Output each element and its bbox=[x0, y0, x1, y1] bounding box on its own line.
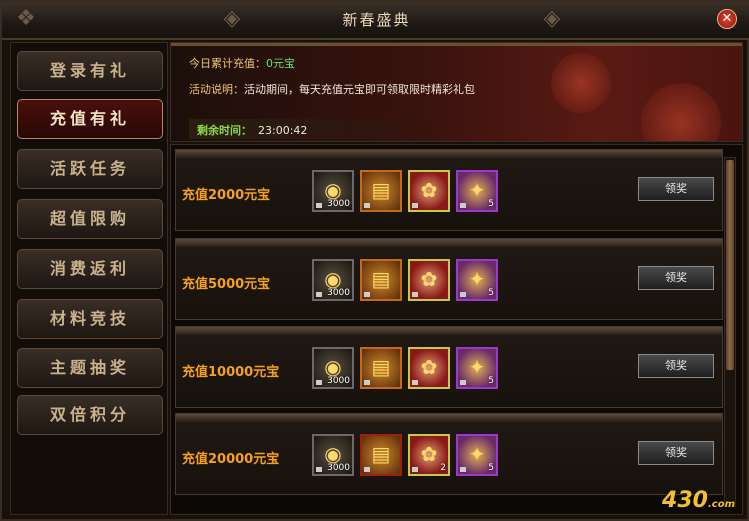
scroll-icon: ▤ bbox=[371, 178, 391, 202]
bind-icon bbox=[364, 467, 370, 472]
row-header-bar bbox=[176, 150, 722, 158]
bind-icon bbox=[460, 380, 466, 385]
tab-active-tasks[interactable]: 活跃任务 bbox=[17, 149, 163, 189]
tab-material-contest[interactable]: 材料竞技 bbox=[17, 299, 163, 339]
scrollbar[interactable] bbox=[724, 157, 736, 507]
reward-slot[interactable]: ◉ 3000 bbox=[312, 347, 354, 389]
reward-slot[interactable]: ◉ 3000 bbox=[312, 259, 354, 301]
bind-icon bbox=[316, 203, 322, 208]
event-banner: 今日累计充值：0元宝 活动说明：活动期间，每天充值元宝即可领取限时精彩礼包 剩余… bbox=[170, 42, 743, 142]
item-count: 5 bbox=[488, 376, 494, 386]
reward-row: 充值20000元宝 ◉ 3000 ▤ ✿ 2 ✦ 5 领奖 bbox=[175, 413, 723, 495]
red-pouch-icon: ✿ bbox=[420, 355, 438, 379]
tab-double-points[interactable]: 双倍积分 bbox=[17, 395, 163, 435]
bind-icon bbox=[364, 380, 370, 385]
item-count: 3000 bbox=[327, 199, 350, 209]
ornament-right-icon: ◈ bbox=[543, 6, 561, 31]
scrollbar-thumb[interactable] bbox=[726, 160, 734, 370]
reward-row: 充值10000元宝 ◉ 3000 ▤ ✿ ✦ 5 领奖 bbox=[175, 326, 723, 408]
item-count: 5 bbox=[488, 199, 494, 209]
reward-slot[interactable]: ✿ bbox=[408, 170, 450, 212]
banner-rail bbox=[171, 43, 742, 46]
remaining-time-value: 23:00:42 bbox=[258, 124, 308, 137]
reward-slot[interactable]: ▤ bbox=[360, 347, 402, 389]
reward-slot[interactable]: ✦ 5 bbox=[456, 170, 498, 212]
tab-theme-lottery[interactable]: 主题抽奖 bbox=[17, 348, 163, 388]
row-header-bar bbox=[176, 327, 722, 335]
claim-button[interactable]: 领奖 bbox=[638, 266, 714, 290]
bind-icon bbox=[316, 380, 322, 385]
reward-slot[interactable]: ✦ 5 bbox=[456, 347, 498, 389]
bind-icon bbox=[364, 292, 370, 297]
total-recharge-value: 0元宝 bbox=[266, 57, 295, 70]
lantern-decoration bbox=[641, 83, 721, 141]
reward-slot[interactable]: ✦ 5 bbox=[456, 259, 498, 301]
lantern-decoration bbox=[551, 53, 611, 113]
reward-slot[interactable]: ✦ 5 bbox=[456, 434, 498, 476]
bind-icon bbox=[412, 467, 418, 472]
reward-slot[interactable]: ✿ 2 bbox=[408, 434, 450, 476]
scroll-icon: ▤ bbox=[371, 267, 391, 291]
bind-icon bbox=[460, 203, 466, 208]
reward-list: 充值2000元宝 ◉ 3000 ▤ ✿ ✦ 5 领奖 充值5000元宝 ◉ 3000 … bbox=[170, 144, 743, 515]
red-pouch-icon: ✿ bbox=[420, 178, 438, 202]
bind-icon bbox=[316, 292, 322, 297]
row-header-bar bbox=[176, 239, 722, 247]
reward-slot[interactable]: ▤ bbox=[360, 434, 402, 476]
claim-button[interactable]: 领奖 bbox=[638, 354, 714, 378]
bind-icon bbox=[364, 203, 370, 208]
bind-icon bbox=[460, 467, 466, 472]
close-icon: ✕ bbox=[721, 11, 733, 26]
claim-button[interactable]: 领奖 bbox=[638, 441, 714, 465]
tab-login-gift[interactable]: 登录有礼 bbox=[17, 51, 163, 91]
tab-recharge-gift[interactable]: 充值有礼 bbox=[17, 99, 163, 139]
reward-tier-label: 充值10000元宝 bbox=[182, 365, 280, 380]
reward-slot[interactable]: ▤ bbox=[360, 170, 402, 212]
sidebar: 登录有礼 充值有礼 活跃任务 超值限购 消费返利 材料竞技 主题抽奖 双倍积分 bbox=[10, 42, 168, 515]
event-window: ❖ ◈ 新春盛典 ◈ ✕ 登录有礼 充值有礼 活跃任务 超值限购 消费返利 材料… bbox=[0, 0, 749, 521]
total-recharge-line: 今日累计充值：0元宝 bbox=[189, 55, 295, 71]
reward-slot[interactable]: ✿ bbox=[408, 259, 450, 301]
window-title: 新春盛典 bbox=[342, 11, 411, 29]
reward-tier-label: 充值2000元宝 bbox=[182, 188, 271, 203]
reward-row: 充值2000元宝 ◉ 3000 ▤ ✿ ✦ 5 领奖 bbox=[175, 149, 723, 231]
watermark-suffix: .com bbox=[707, 499, 735, 510]
scroll-icon: ▤ bbox=[371, 355, 391, 379]
item-count: 2 bbox=[440, 463, 446, 473]
remaining-time-label: 剩余时间： bbox=[197, 124, 252, 137]
bind-icon bbox=[460, 292, 466, 297]
tab-limited-purchase[interactable]: 超值限购 bbox=[17, 199, 163, 239]
reward-slot[interactable]: ▤ bbox=[360, 259, 402, 301]
reward-slot[interactable]: ◉ 3000 bbox=[312, 170, 354, 212]
event-description-text: 活动期间，每天充值元宝即可领取限时精彩礼包 bbox=[244, 83, 475, 96]
event-description-line: 活动说明：活动期间，每天充值元宝即可领取限时精彩礼包 bbox=[189, 81, 475, 97]
claim-button[interactable]: 领奖 bbox=[638, 177, 714, 201]
item-count: 5 bbox=[488, 463, 494, 473]
bind-icon bbox=[412, 203, 418, 208]
reward-slot[interactable]: ◉ 3000 bbox=[312, 434, 354, 476]
reward-slot[interactable]: ✿ bbox=[408, 347, 450, 389]
red-pouch-icon: ✿ bbox=[420, 267, 438, 291]
reward-tier-label: 充值20000元宝 bbox=[182, 452, 280, 467]
row-header-bar bbox=[176, 414, 722, 422]
item-count: 3000 bbox=[327, 463, 350, 473]
title-bar: ❖ ◈ 新春盛典 ◈ ✕ bbox=[2, 2, 749, 40]
close-button[interactable]: ✕ bbox=[717, 9, 737, 29]
bind-icon bbox=[412, 292, 418, 297]
reward-tier-label: 充值5000元宝 bbox=[182, 277, 271, 292]
event-description-label: 活动说明： bbox=[189, 83, 244, 96]
tab-spending-rebate[interactable]: 消费返利 bbox=[17, 249, 163, 289]
total-recharge-label: 今日累计充值： bbox=[189, 57, 266, 70]
site-watermark: 430.com bbox=[662, 488, 735, 513]
watermark-text: 430 bbox=[662, 488, 708, 513]
item-count: 5 bbox=[488, 288, 494, 298]
reward-row: 充值5000元宝 ◉ 3000 ▤ ✿ ✦ 5 领奖 bbox=[175, 238, 723, 320]
red-scroll-icon: ▤ bbox=[371, 442, 391, 466]
item-count: 3000 bbox=[327, 288, 350, 298]
item-count: 3000 bbox=[327, 376, 350, 386]
bind-icon bbox=[316, 467, 322, 472]
remaining-time: 剩余时间： 23:00:42 bbox=[197, 122, 307, 138]
bind-icon bbox=[412, 380, 418, 385]
